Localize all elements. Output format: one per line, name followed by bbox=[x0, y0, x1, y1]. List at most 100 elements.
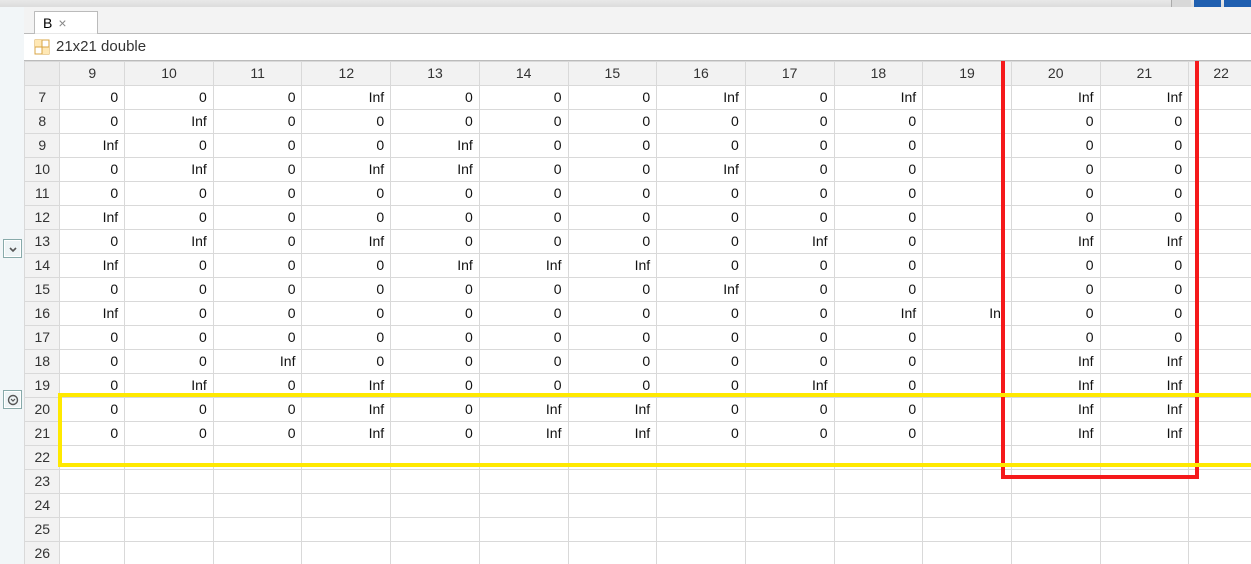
cell[interactable]: 0 bbox=[60, 373, 125, 397]
cell[interactable] bbox=[834, 445, 923, 469]
cell[interactable]: 0 bbox=[213, 181, 302, 205]
cell[interactable]: 0 bbox=[834, 229, 923, 253]
cell[interactable]: 0 bbox=[213, 109, 302, 133]
cell[interactable]: 0 bbox=[213, 277, 302, 301]
window-control-accent2[interactable] bbox=[1224, 0, 1251, 7]
cell[interactable] bbox=[125, 493, 214, 517]
cell[interactable]: 0 bbox=[1011, 205, 1100, 229]
cell[interactable] bbox=[568, 541, 657, 564]
cell[interactable]: 0 bbox=[745, 301, 834, 325]
cell[interactable]: 0 bbox=[479, 133, 568, 157]
cell[interactable]: Inf bbox=[1011, 229, 1100, 253]
cell[interactable]: 0 bbox=[657, 253, 746, 277]
cell[interactable]: 0 bbox=[213, 157, 302, 181]
cell[interactable]: 0 bbox=[213, 253, 302, 277]
cell[interactable]: 0 bbox=[745, 205, 834, 229]
column-header[interactable]: 22 bbox=[1189, 61, 1251, 85]
cell[interactable] bbox=[745, 541, 834, 564]
cell[interactable] bbox=[391, 493, 480, 517]
cell[interactable] bbox=[1189, 541, 1251, 564]
cell[interactable]: Inf bbox=[391, 133, 480, 157]
cell[interactable]: Inf bbox=[391, 157, 480, 181]
column-header[interactable]: 18 bbox=[834, 61, 923, 85]
cell[interactable]: 0 bbox=[60, 229, 125, 253]
column-header[interactable]: 12 bbox=[302, 61, 391, 85]
column-header[interactable]: 11 bbox=[213, 61, 302, 85]
column-header[interactable]: 17 bbox=[745, 61, 834, 85]
cell[interactable]: 0 bbox=[568, 157, 657, 181]
cell[interactable]: 0 bbox=[1100, 133, 1189, 157]
cell[interactable]: 0 bbox=[568, 85, 657, 109]
cell[interactable]: 0 bbox=[834, 205, 923, 229]
cell[interactable]: Inf bbox=[60, 205, 125, 229]
cell[interactable] bbox=[1189, 493, 1251, 517]
cell[interactable]: 0 bbox=[391, 277, 480, 301]
column-header[interactable]: 14 bbox=[479, 61, 568, 85]
cell[interactable]: 0 bbox=[657, 229, 746, 253]
cell[interactable]: Inf bbox=[657, 277, 746, 301]
cell[interactable]: Inf bbox=[302, 373, 391, 397]
cell[interactable]: 0 bbox=[568, 205, 657, 229]
cell[interactable]: 0 bbox=[391, 205, 480, 229]
cell[interactable]: 0 bbox=[213, 373, 302, 397]
cell[interactable]: 0 bbox=[60, 109, 125, 133]
cell[interactable]: Inf bbox=[1011, 421, 1100, 445]
cell[interactable]: 0 bbox=[745, 277, 834, 301]
cell[interactable]: Inf bbox=[1011, 397, 1100, 421]
cell[interactable]: Inf bbox=[302, 229, 391, 253]
cell[interactable]: 0 bbox=[745, 397, 834, 421]
cell[interactable]: 0 bbox=[657, 205, 746, 229]
cell[interactable]: 0 bbox=[479, 229, 568, 253]
row-header[interactable]: 21 bbox=[25, 421, 60, 445]
cell[interactable] bbox=[213, 517, 302, 541]
cell[interactable]: Inf bbox=[125, 109, 214, 133]
cell[interactable]: Inf bbox=[302, 157, 391, 181]
row-header[interactable]: 25 bbox=[25, 517, 60, 541]
cell[interactable]: 0 bbox=[834, 397, 923, 421]
cell[interactable]: 0 bbox=[745, 349, 834, 373]
cell[interactable]: 0 bbox=[391, 325, 480, 349]
close-icon[interactable]: × bbox=[58, 16, 66, 30]
cell[interactable]: 0 bbox=[213, 325, 302, 349]
cell[interactable] bbox=[568, 469, 657, 493]
cell[interactable] bbox=[60, 517, 125, 541]
row-header[interactable]: 14 bbox=[25, 253, 60, 277]
row-header[interactable]: 26 bbox=[25, 541, 60, 564]
cell[interactable]: 0 bbox=[302, 109, 391, 133]
cell[interactable]: 0 bbox=[391, 301, 480, 325]
cell[interactable] bbox=[125, 541, 214, 564]
cell[interactable]: 0 bbox=[834, 157, 923, 181]
cell[interactable] bbox=[1189, 301, 1251, 325]
cell[interactable]: 0 bbox=[60, 325, 125, 349]
cell[interactable]: 0 bbox=[568, 373, 657, 397]
cell[interactable]: 0 bbox=[1011, 157, 1100, 181]
cell[interactable]: 0 bbox=[834, 277, 923, 301]
cell[interactable] bbox=[125, 469, 214, 493]
cell[interactable] bbox=[1100, 493, 1189, 517]
cell[interactable]: 0 bbox=[302, 349, 391, 373]
cell[interactable]: 0 bbox=[834, 133, 923, 157]
cell[interactable]: 0 bbox=[657, 133, 746, 157]
cell[interactable]: 0 bbox=[657, 325, 746, 349]
cell[interactable] bbox=[302, 445, 391, 469]
cell[interactable] bbox=[923, 349, 1012, 373]
cell[interactable]: Inf bbox=[1100, 85, 1189, 109]
row-header[interactable]: 13 bbox=[25, 229, 60, 253]
cell[interactable]: 0 bbox=[60, 277, 125, 301]
cell[interactable]: 0 bbox=[391, 181, 480, 205]
cell[interactable] bbox=[479, 469, 568, 493]
cell[interactable]: 0 bbox=[1100, 253, 1189, 277]
cell[interactable]: 0 bbox=[213, 421, 302, 445]
cell[interactable]: 0 bbox=[60, 349, 125, 373]
cell[interactable] bbox=[568, 445, 657, 469]
cell[interactable]: 0 bbox=[1100, 205, 1189, 229]
cell[interactable]: 0 bbox=[302, 277, 391, 301]
cell[interactable]: 0 bbox=[834, 421, 923, 445]
cell[interactable] bbox=[1011, 541, 1100, 564]
cell[interactable] bbox=[125, 517, 214, 541]
cell[interactable]: 0 bbox=[834, 349, 923, 373]
cell[interactable]: 0 bbox=[568, 301, 657, 325]
cell[interactable] bbox=[1189, 253, 1251, 277]
cell[interactable]: 0 bbox=[479, 373, 568, 397]
row-header[interactable]: 20 bbox=[25, 397, 60, 421]
